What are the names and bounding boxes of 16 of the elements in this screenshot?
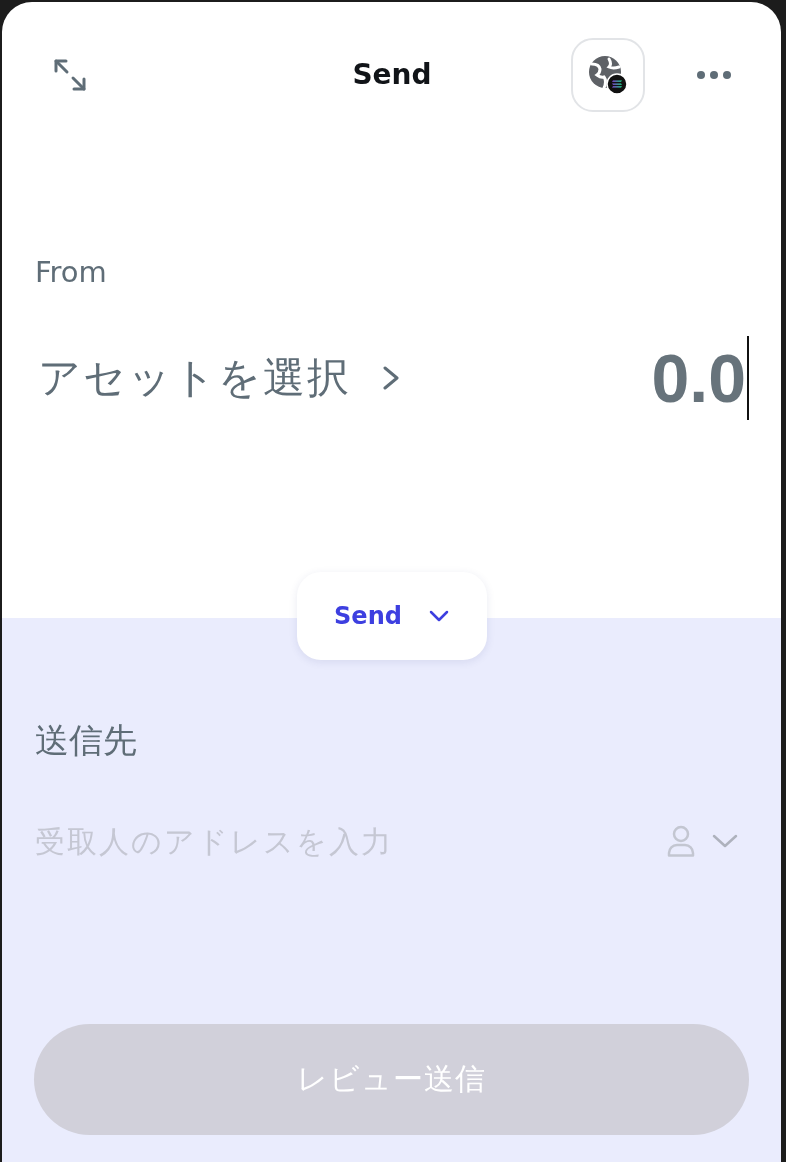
chevron-right-icon xyxy=(383,366,399,390)
network-badge-icon xyxy=(606,73,628,95)
mode-dropdown[interactable]: Send xyxy=(296,572,487,660)
network-button[interactable] xyxy=(571,38,645,112)
chevron-down-icon xyxy=(712,834,738,848)
expand-button[interactable] xyxy=(53,58,87,92)
more-icon xyxy=(697,71,731,79)
asset-selector[interactable]: アセットを選択 xyxy=(38,353,399,403)
expand-icon xyxy=(53,58,87,92)
person-icon xyxy=(667,825,695,857)
recipient-label: 送信先 xyxy=(35,720,138,760)
amount-field[interactable]: 0.0 xyxy=(651,336,749,420)
chevron-down-icon xyxy=(428,610,449,622)
page-title: Send xyxy=(352,58,432,92)
from-label: From xyxy=(35,256,108,288)
more-button[interactable] xyxy=(697,71,731,79)
